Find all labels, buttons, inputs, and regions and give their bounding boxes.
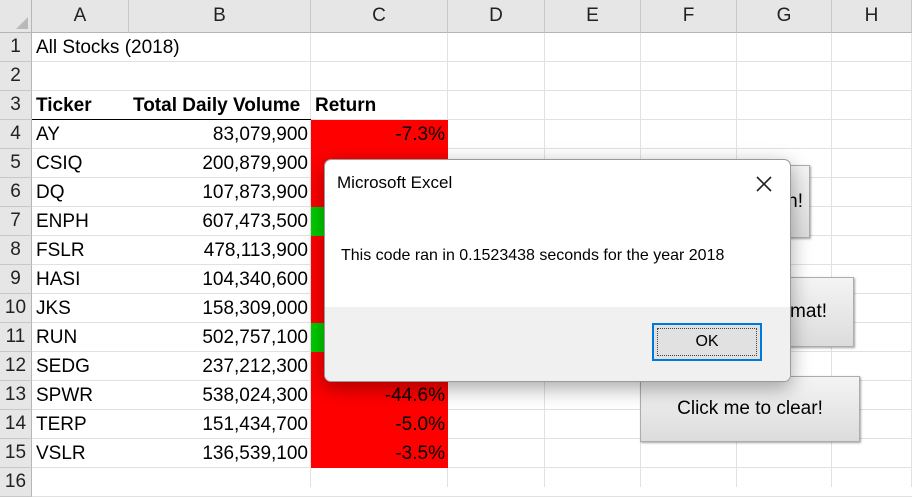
column-header-g[interactable]: G bbox=[737, 0, 832, 33]
cell-volume[interactable]: 151,434,700 bbox=[129, 410, 311, 439]
cell-ticker[interactable]: ENPH bbox=[32, 207, 129, 236]
column-header-d[interactable]: D bbox=[448, 0, 545, 33]
cell-header-volume[interactable]: Total Daily Volume bbox=[129, 91, 311, 120]
column-header-a[interactable]: A bbox=[32, 0, 129, 33]
column-header-h[interactable]: H bbox=[832, 0, 912, 33]
cell-return[interactable]: -44.6% bbox=[311, 381, 448, 410]
row-header-6[interactable]: 6 bbox=[0, 178, 32, 207]
cell-volume[interactable]: 607,473,500 bbox=[129, 207, 311, 236]
cell-volume[interactable]: 237,212,300 bbox=[129, 352, 311, 381]
row-header-7[interactable]: 7 bbox=[0, 207, 32, 236]
cell-return[interactable]: -7.3% bbox=[311, 120, 448, 149]
cell-ticker[interactable]: SPWR bbox=[32, 381, 129, 410]
row-header-2[interactable]: 2 bbox=[0, 62, 32, 91]
format-button-label: mat! bbox=[790, 301, 827, 322]
close-icon[interactable] bbox=[748, 168, 780, 200]
row-header-4[interactable]: 4 bbox=[0, 120, 32, 149]
cell-volume[interactable]: 200,879,900 bbox=[129, 149, 311, 178]
select-all-triangle-icon bbox=[16, 17, 28, 29]
cell-title[interactable]: All Stocks (2018) bbox=[32, 33, 332, 62]
row-header-3[interactable]: 3 bbox=[0, 91, 32, 120]
cell-ticker[interactable]: CSIQ bbox=[32, 149, 129, 178]
row-header-1[interactable]: 1 bbox=[0, 33, 32, 62]
message-box-dialog: Microsoft Excel This code ran in 0.15234… bbox=[324, 159, 791, 382]
cell-volume[interactable]: 104,340,600 bbox=[129, 265, 311, 294]
cell-header-return[interactable]: Return bbox=[311, 91, 448, 120]
column-header-b[interactable]: B bbox=[129, 0, 311, 33]
row-header-16[interactable]: 16 bbox=[0, 468, 32, 497]
column-header-e[interactable]: E bbox=[545, 0, 641, 33]
cell-ticker[interactable]: SEDG bbox=[32, 352, 129, 381]
row-header-8[interactable]: 8 bbox=[0, 236, 32, 265]
cell-ticker[interactable]: AY bbox=[32, 120, 129, 149]
ok-button-focus-ring bbox=[657, 328, 757, 356]
cell-header-ticker[interactable]: Ticker bbox=[32, 91, 129, 120]
cell-volume[interactable]: 502,757,100 bbox=[129, 323, 311, 352]
cell-volume[interactable]: 136,539,100 bbox=[129, 439, 311, 468]
row-header-11[interactable]: 11 bbox=[0, 323, 32, 352]
clear-button-label: Click me to clear! bbox=[677, 398, 823, 419]
cell-ticker[interactable]: RUN bbox=[32, 323, 129, 352]
row-header-5[interactable]: 5 bbox=[0, 149, 32, 178]
ok-button[interactable]: OK bbox=[652, 323, 762, 361]
dialog-footer: OK bbox=[325, 307, 790, 381]
cell-ticker[interactable]: FSLR bbox=[32, 236, 129, 265]
row-header-12[interactable]: 12 bbox=[0, 352, 32, 381]
row-header-13[interactable]: 13 bbox=[0, 381, 32, 410]
row-header-15[interactable]: 15 bbox=[0, 439, 32, 468]
column-header-f[interactable]: F bbox=[641, 0, 737, 33]
header-underline bbox=[32, 119, 311, 120]
column-header-c[interactable]: C bbox=[311, 0, 448, 33]
dialog-message: This code ran in 0.1523438 seconds for t… bbox=[341, 247, 725, 264]
cell-return[interactable]: -3.5% bbox=[311, 439, 448, 468]
cell-ticker[interactable]: DQ bbox=[32, 178, 129, 207]
cell-ticker[interactable]: VSLR bbox=[32, 439, 129, 468]
row-header-10[interactable]: 10 bbox=[0, 294, 32, 323]
cell-ticker[interactable]: HASI bbox=[32, 265, 129, 294]
row-header-9[interactable]: 9 bbox=[0, 265, 32, 294]
cell-volume[interactable]: 538,024,300 bbox=[129, 381, 311, 410]
cell-volume[interactable]: 107,873,900 bbox=[129, 178, 311, 207]
clear-button[interactable]: Click me to clear! bbox=[640, 376, 860, 442]
dialog-title: Microsoft Excel bbox=[337, 173, 453, 192]
select-all-corner[interactable] bbox=[0, 0, 32, 33]
cell-ticker[interactable]: JKS bbox=[32, 294, 129, 323]
cell-volume[interactable]: 158,309,000 bbox=[129, 294, 311, 323]
cell-volume[interactable]: 83,079,900 bbox=[129, 120, 311, 149]
cell-return[interactable]: -5.0% bbox=[311, 410, 448, 439]
row-header-14[interactable]: 14 bbox=[0, 410, 32, 439]
cell-volume[interactable]: 478,113,900 bbox=[129, 236, 311, 265]
cell-ticker[interactable]: TERP bbox=[32, 410, 129, 439]
